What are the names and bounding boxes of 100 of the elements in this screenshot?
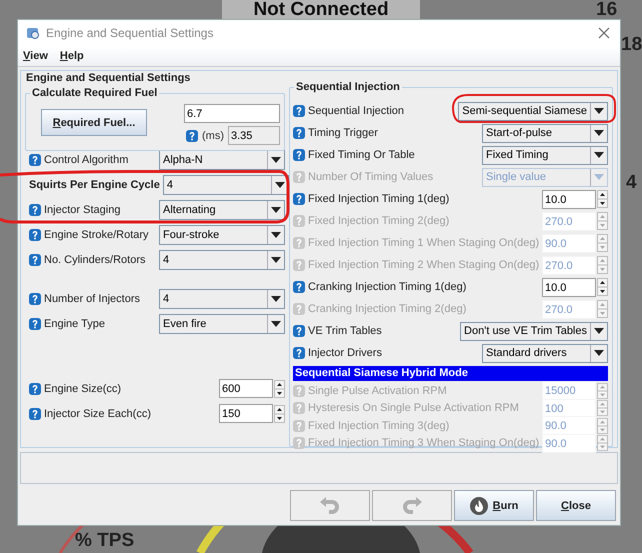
dropdown[interactable]: Alpha-N (159, 150, 285, 170)
window-title: Engine and Sequential Settings (46, 26, 214, 40)
help-icon[interactable] (293, 149, 305, 161)
help-icon (293, 384, 305, 397)
required-fuel-button[interactable]: Required Fuel... (41, 109, 147, 136)
burn-button[interactable]: Burn (454, 490, 534, 521)
help-icon (293, 215, 305, 227)
dropdown[interactable]: Even fire (159, 314, 285, 334)
dropdown[interactable]: Semi-sequential Siamese (458, 102, 608, 120)
caret-icon (594, 174, 604, 180)
flame-icon (470, 496, 488, 514)
close-icon[interactable] (598, 27, 610, 39)
help-icon[interactable] (186, 130, 198, 142)
field-label: Engine Size(cc) (44, 382, 122, 394)
field-label: Fixed Injection Timing 3(deg) (308, 420, 450, 432)
caret-icon (271, 296, 281, 302)
dropdown[interactable]: 4 (162, 174, 289, 194)
dropdown[interactable]: Standard drivers (482, 344, 608, 362)
field-label: Fixed Injection Timing 1 When Staging On(deg) (308, 237, 540, 249)
panel-title: Engine and Sequential Settings (24, 72, 192, 85)
redo-icon (401, 496, 423, 516)
dropdown[interactable]: Four-stroke (159, 224, 285, 244)
caret-icon (271, 206, 281, 212)
help-icon[interactable] (29, 204, 41, 216)
gauge-label: 4 (626, 172, 637, 194)
help-icon[interactable] (293, 127, 305, 139)
dropdown[interactable]: 4 (159, 288, 285, 308)
field-label: Cranking Injection Timing 1(deg) (308, 281, 466, 293)
caret-icon (594, 328, 604, 334)
field-label: Timing Trigger (308, 127, 378, 139)
group-title: Sequential Injection (294, 81, 402, 94)
help-icon[interactable] (293, 281, 305, 293)
field-label: Fixed Injection Timing 1(deg) (308, 193, 450, 205)
help-icon (293, 259, 305, 271)
group-title: Calculate Required Fuel (30, 87, 160, 100)
field-label: Number of Injectors (44, 292, 140, 304)
close-button[interactable]: Close (536, 490, 616, 521)
field-label: Hysteresis On Single Pulse Activation RPM (308, 402, 519, 414)
field-label: Number Of Timing Values (308, 171, 434, 183)
field-label: Fixed Injection Timing 3 When Staging On(deg) (308, 437, 540, 450)
field-label: Cranking Injection Timing 2(deg) (308, 303, 466, 315)
field-label: Injector Staging (44, 204, 120, 216)
field-label: Control Algorithm (44, 154, 128, 166)
help-icon (293, 171, 305, 183)
field-label: Sequential Injection (308, 105, 404, 117)
help-icon (293, 402, 305, 414)
app-icon (26, 26, 40, 40)
field-label: Injector Size Each(cc) (44, 408, 151, 420)
field-label: Fixed Timing Or Table (308, 149, 415, 161)
help-icon[interactable] (29, 408, 41, 420)
caret-icon (271, 256, 281, 262)
undo-icon (319, 496, 341, 516)
connection-status: Not Connected (222, 0, 420, 19)
field-label: No. Cylinders/Rotors (44, 254, 146, 266)
help-icon (293, 437, 305, 450)
menu-item[interactable]: Help (60, 50, 84, 62)
caret-icon (271, 156, 281, 162)
spinner-icon[interactable] (597, 278, 608, 296)
dropdown[interactable]: Fixed Timing (482, 146, 608, 164)
gauge-label: % TPS (75, 530, 134, 552)
help-icon[interactable] (29, 318, 41, 330)
caret-icon (594, 108, 604, 114)
field-label: Injector Drivers (308, 347, 382, 359)
caret-icon (271, 232, 281, 238)
dropdown[interactable]: 4 (159, 250, 285, 270)
gauge-label: 16 (596, 0, 618, 21)
field-label: Fixed Injection Timing 2 When Staging On(deg) (308, 259, 540, 271)
help-icon (293, 420, 305, 432)
caret-icon (594, 152, 604, 158)
help-icon[interactable] (29, 292, 41, 304)
spinner-icon[interactable] (274, 380, 285, 398)
dropdown[interactable]: Start-of-pulse (482, 124, 608, 142)
unit-label: (ms) (202, 130, 224, 142)
ms-value-field: 3.35 (228, 126, 280, 145)
help-icon[interactable] (293, 347, 305, 359)
field-label: Engine Stroke/Rotary (44, 228, 149, 240)
help-icon (293, 303, 305, 315)
spinner-icon[interactable] (597, 190, 608, 208)
help-icon[interactable] (293, 325, 305, 337)
caret-icon (594, 350, 604, 356)
caret-icon (594, 130, 604, 136)
field-label: Engine Type (44, 318, 105, 330)
help-icon[interactable] (293, 193, 305, 205)
help-icon[interactable] (29, 154, 41, 166)
dropdown[interactable]: Don't use VE Trim Tables (460, 322, 608, 340)
menu-item[interactable]: View (23, 50, 48, 62)
gauge-label: 18 (621, 34, 642, 56)
required-fuel-field[interactable]: 6.7 (184, 104, 280, 123)
help-icon[interactable] (293, 105, 305, 117)
field-label: Single Pulse Activation RPM (308, 384, 447, 397)
field-label: VE Trim Tables (308, 325, 382, 337)
help-icon[interactable] (29, 228, 41, 240)
help-icon[interactable] (29, 382, 41, 394)
dropdown[interactable]: Alternating (159, 200, 285, 220)
help-icon[interactable] (29, 254, 41, 266)
spinner-icon[interactable] (274, 404, 285, 422)
field-label: Squirts Per Engine Cycle (29, 178, 160, 190)
caret-icon (274, 182, 285, 188)
field-label: Fixed Injection Timing 2(deg) (308, 215, 450, 227)
help-icon (293, 237, 305, 249)
